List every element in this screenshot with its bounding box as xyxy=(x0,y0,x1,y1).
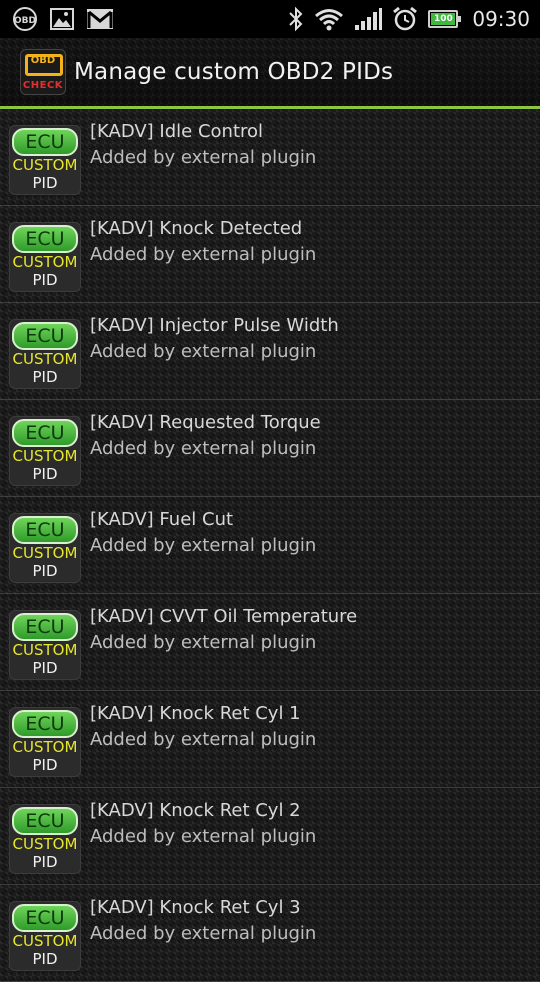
pid-subtitle: Added by external plugin xyxy=(90,632,317,653)
ecu-custom-pid-icon: ECU CUSTOM PID xyxy=(9,610,81,680)
badge-pid-label: PID xyxy=(32,562,58,580)
badge-ecu-label: ECU xyxy=(12,322,78,350)
pid-name: [KADV] Knock Ret Cyl 1 xyxy=(90,703,301,724)
battery-icon: 100 xyxy=(428,10,462,28)
badge-custom-label: CUSTOM xyxy=(12,156,78,174)
status-clock: 09:30 xyxy=(472,7,530,31)
pid-name: [KADV] Fuel Cut xyxy=(90,509,234,530)
pid-name: [KADV] CVVT Oil Temperature xyxy=(90,606,358,627)
badge-pid-label: PID xyxy=(32,465,58,483)
pid-subtitle: Added by external plugin xyxy=(90,729,317,750)
badge-custom-label: CUSTOM xyxy=(12,544,78,562)
pid-name: [KADV] Idle Control xyxy=(90,121,264,142)
obd-notification-icon: OBD xyxy=(13,7,37,31)
ecu-custom-pid-icon: ECU CUSTOM PID xyxy=(9,125,81,195)
pid-list[interactable]: ECU CUSTOM PID [KADV] Idle Control Added… xyxy=(0,109,540,982)
badge-pid-label: PID xyxy=(32,756,58,774)
badge-pid-label: PID xyxy=(32,174,58,192)
list-item[interactable]: ECU CUSTOM PID [KADV] Fuel Cut Added by … xyxy=(0,497,540,594)
badge-ecu-label: ECU xyxy=(12,225,78,253)
page-title: Manage custom OBD2 PIDs xyxy=(74,59,394,85)
ecu-custom-pid-icon: ECU CUSTOM PID xyxy=(9,319,81,389)
badge-ecu-label: ECU xyxy=(12,419,78,447)
badge-ecu-label: ECU xyxy=(12,710,78,738)
pid-subtitle: Added by external plugin xyxy=(90,826,317,847)
status-right: 100 09:30 xyxy=(278,6,530,32)
pid-name: [KADV] Knock Ret Cyl 2 xyxy=(90,800,301,821)
list-item[interactable]: ECU CUSTOM PID [KADV] Knock Ret Cyl 2 Ad… xyxy=(0,788,540,885)
wifi-icon xyxy=(315,9,344,31)
badge-custom-label: CUSTOM xyxy=(12,350,78,368)
pid-name: [KADV] Requested Torque xyxy=(90,412,321,433)
badge-ecu-label: ECU xyxy=(12,807,78,835)
ecu-custom-pid-icon: ECU CUSTOM PID xyxy=(9,513,81,583)
list-item[interactable]: ECU CUSTOM PID [KADV] Requested Torque A… xyxy=(0,400,540,497)
badge-pid-label: PID xyxy=(32,368,58,386)
bluetooth-icon xyxy=(289,6,303,32)
app-logo-top-text: OBD xyxy=(30,55,56,66)
pid-subtitle: Added by external plugin xyxy=(90,438,317,459)
list-item[interactable]: ECU CUSTOM PID [KADV] Knock Ret Cyl 3 Ad… xyxy=(0,885,540,982)
badge-pid-label: PID xyxy=(32,853,58,871)
badge-custom-label: CUSTOM xyxy=(12,835,78,853)
badge-custom-label: CUSTOM xyxy=(12,447,78,465)
badge-pid-label: PID xyxy=(32,659,58,677)
image-icon xyxy=(50,8,74,30)
pid-subtitle: Added by external plugin xyxy=(90,147,317,168)
pid-name: [KADV] Knock Ret Cyl 3 xyxy=(90,897,301,918)
status-left: OBD xyxy=(12,6,126,32)
pid-name: [KADV] Injector Pulse Width xyxy=(90,315,339,336)
pid-subtitle: Added by external plugin xyxy=(90,244,317,265)
alarm-icon xyxy=(393,6,418,31)
badge-ecu-label: ECU xyxy=(12,904,78,932)
list-item[interactable]: ECU CUSTOM PID [KADV] CVVT Oil Temperatu… xyxy=(0,594,540,691)
ecu-custom-pid-icon: ECU CUSTOM PID xyxy=(9,416,81,486)
ecu-custom-pid-icon: ECU CUSTOM PID xyxy=(9,707,81,777)
app-logo-bottom-text: CHECK xyxy=(22,80,64,91)
pid-subtitle: Added by external plugin xyxy=(90,341,317,362)
pid-subtitle: Added by external plugin xyxy=(90,535,317,556)
ecu-custom-pid-icon: ECU CUSTOM PID xyxy=(9,901,81,971)
app-logo-icon[interactable]: OBD CHECK xyxy=(20,49,66,95)
gmail-icon xyxy=(87,9,113,29)
badge-custom-label: CUSTOM xyxy=(12,932,78,950)
badge-ecu-label: ECU xyxy=(12,128,78,156)
badge-custom-label: CUSTOM xyxy=(12,738,78,756)
signal-icon xyxy=(355,8,383,30)
badge-pid-label: PID xyxy=(32,271,58,289)
svg-text:OBD: OBD xyxy=(14,16,36,26)
status-bar[interactable]: OBD 100 09:30 xyxy=(0,0,540,38)
list-item[interactable]: ECU CUSTOM PID [KADV] Injector Pulse Wid… xyxy=(0,303,540,400)
ecu-custom-pid-icon: ECU CUSTOM PID xyxy=(9,804,81,874)
badge-custom-label: CUSTOM xyxy=(12,253,78,271)
badge-ecu-label: ECU xyxy=(12,516,78,544)
pid-subtitle: Added by external plugin xyxy=(90,923,317,944)
badge-custom-label: CUSTOM xyxy=(12,641,78,659)
pid-name: [KADV] Knock Detected xyxy=(90,218,303,239)
badge-ecu-label: ECU xyxy=(12,613,78,641)
list-item[interactable]: ECU CUSTOM PID [KADV] Idle Control Added… xyxy=(0,109,540,206)
list-item[interactable]: ECU CUSTOM PID [KADV] Knock Ret Cyl 1 Ad… xyxy=(0,691,540,788)
ecu-custom-pid-icon: ECU CUSTOM PID xyxy=(9,222,81,292)
battery-level-text: 100 xyxy=(433,14,453,24)
title-bar: OBD CHECK Manage custom OBD2 PIDs xyxy=(0,38,540,106)
list-item[interactable]: ECU CUSTOM PID [KADV] Knock Detected Add… xyxy=(0,206,540,303)
